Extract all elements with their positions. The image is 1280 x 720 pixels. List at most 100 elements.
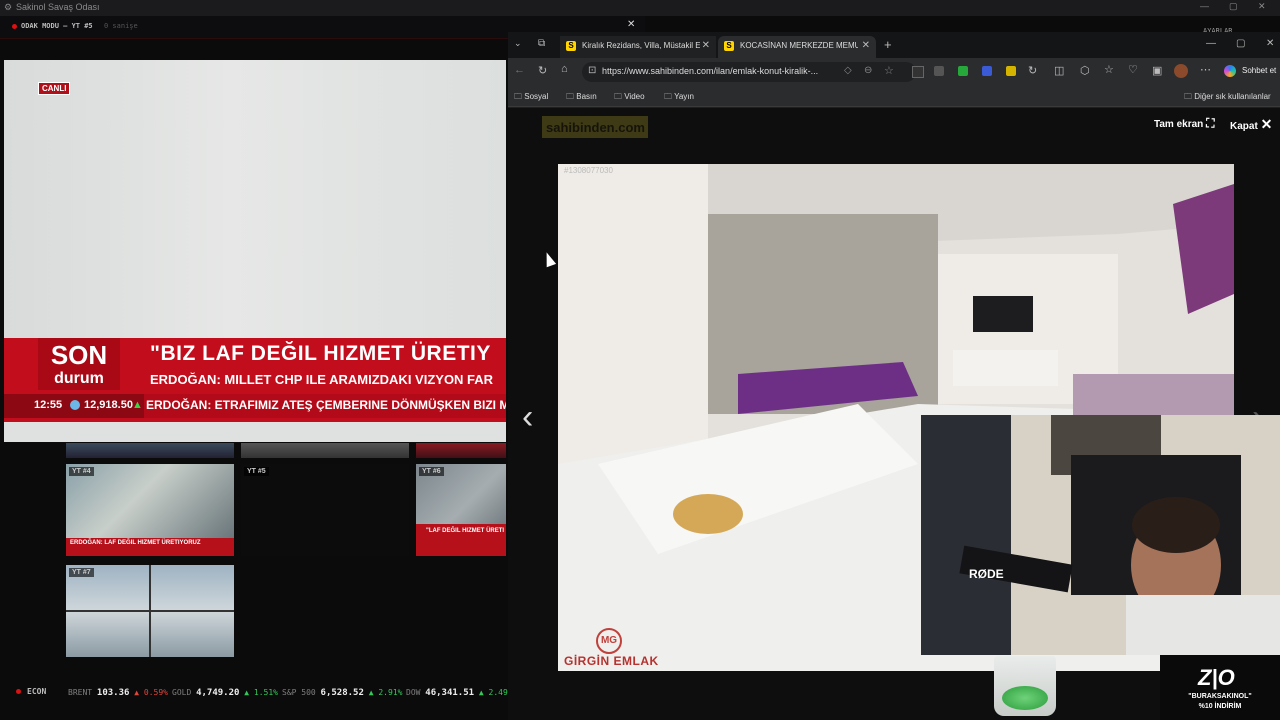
site-header-logo: sahibinden.com [542, 116, 648, 138]
tab-close-icon[interactable]: ✕ [862, 40, 870, 51]
econ-item-value: 46,341.51 [425, 688, 475, 698]
collections-icon[interactable]: ▣ [1152, 64, 1162, 77]
bookmark-folder-video[interactable]: 🗀 Video [614, 91, 645, 105]
video-frame [4, 60, 506, 338]
prev-photo-icon[interactable]: ‹ [522, 398, 533, 437]
tab-listing-detail[interactable]: S KOCASİNAN MERKEZDE MEMURA ✕ [718, 36, 876, 58]
tab-close-icon[interactable]: ✕ [702, 40, 710, 51]
econ-item-label: BRENT [68, 688, 93, 697]
fullscreen-icon: ⛶ [1206, 116, 1215, 130]
thumbnail-yt7[interactable]: YT #7 [66, 565, 234, 657]
news-clock: 12:55 [34, 399, 63, 411]
bookmark-folder-sosyal[interactable]: 🗀 Sosyal [514, 91, 548, 105]
thumbnail-caption: ERDOĞAN: LAF DEĞIL HIZMET ÜRETIYORUZ [70, 540, 201, 546]
extension-3-icon[interactable] [958, 66, 968, 76]
econ-sp500: S&P 500 6,528.52 ▲ 2.91% [282, 688, 402, 698]
site-info-icon[interactable]: ⊡ [588, 65, 596, 76]
extension-2-icon[interactable] [934, 66, 944, 76]
extension-icon[interactable]: ◇ [844, 65, 852, 76]
browser-maximize-icon[interactable]: ▢ [1236, 38, 1245, 49]
thumbnail-yt6[interactable]: YT #6 "LAF DEĞIL HIZMET ÜRETI [416, 464, 506, 556]
extension-1-icon[interactable] [912, 66, 924, 78]
econ-item-value: 4,749.20 [196, 688, 240, 698]
son-text: SON [50, 340, 108, 370]
live-badge: CANLI [38, 82, 71, 95]
bookmark-label: Diğer sık kullanılanlar [1194, 92, 1271, 101]
econ-item-change: ▲ 1.51% [244, 688, 278, 697]
read-aloud-icon[interactable]: ⊖ [864, 65, 872, 76]
favorite-star-icon[interactable]: ☆ [884, 64, 894, 77]
focus-mode-label: ODAK MODU — YT #5 [21, 22, 93, 30]
tab-listing-search[interactable]: S Kiralık Rezidans, Villa, Müstakil Ev ✕ [560, 36, 716, 58]
fullscreen-label: Tam ekran [1154, 119, 1204, 130]
listing-number: #1308077030 [564, 166, 613, 175]
bookmark-label: Sosyal [524, 92, 549, 101]
bookmark-folder-yayin[interactable]: 🗀 Yayın [664, 91, 694, 105]
close-label: Kapat [1230, 121, 1258, 132]
sahibinden-favicon-icon: S [566, 41, 576, 51]
focus-close-icon[interactable]: ✕ [627, 19, 635, 30]
thumbnail-yt4[interactable]: YT #4 ERDOĞAN: LAF DEĞIL HIZMET ÜRETIYOR… [66, 464, 234, 556]
tab-label: Kiralık Rezidans, Villa, Müstakil Ev [582, 41, 700, 50]
econ-item-value: 6,528.52 [320, 688, 364, 698]
minimize-icon[interactable]: — [1200, 1, 1209, 11]
copilot-icon[interactable] [1224, 65, 1236, 77]
thumbnail-tag: YT #5 [244, 467, 269, 476]
live-news-player[interactable]: CANLI SON durum "BIZ LAF DEĞIL HIZMET ÜR… [4, 60, 506, 442]
thumbnail-partial-1[interactable] [66, 443, 234, 458]
econ-dow: DOW 46,341.51 ▲ 2.49% [406, 688, 513, 698]
folder-icon: 🗀 [566, 92, 574, 101]
market-value: 12,918.50 [84, 399, 133, 411]
close-icon[interactable]: ✕ [1258, 1, 1266, 12]
webcam-overlay: RØDE [921, 415, 1280, 655]
green-candies [1002, 686, 1048, 710]
candy-cup [994, 656, 1056, 716]
econ-item-label: DOW [406, 688, 421, 697]
new-tab-button[interactable]: + [884, 37, 892, 52]
thumbnail-partial-2[interactable] [241, 443, 409, 458]
other-bookmarks-folder[interactable]: 🗀 Diğer sık kullanılanlar [1184, 91, 1271, 105]
fullscreen-button[interactable]: Tam ekran ⛶ [1154, 116, 1214, 131]
folder-icon: 🗀 [1184, 92, 1192, 101]
more-icon[interactable]: ⋯ [1200, 63, 1211, 76]
sync-icon[interactable]: ↻ [1028, 64, 1037, 77]
tab-label: KOCASİNAN MERKEZDE MEMURA [740, 41, 858, 50]
headline-secondary: ERDOĞAN: MILLET CHP ILE ARAMIZDAKI VIZYO… [150, 372, 494, 387]
econ-brent: BRENT 103.36 ▲ 0.59% [68, 688, 168, 698]
webcam-scene [921, 415, 1280, 655]
extension-5-icon[interactable] [1006, 66, 1016, 76]
back-icon[interactable]: ← [514, 64, 525, 76]
durum-text: durum [54, 370, 104, 387]
thumbnail-yt5[interactable]: YT #5 [241, 464, 409, 556]
browser-minimize-icon[interactable]: — [1206, 38, 1216, 49]
watermark-text: GİRGİN EMLAK [564, 654, 659, 668]
home-icon[interactable]: ⌂ [561, 63, 568, 75]
app-title: Sakinol Savaş Odası [16, 2, 100, 12]
mic-brand-label: RØDE [969, 567, 1004, 581]
refresh-icon[interactable]: ↻ [538, 64, 547, 77]
extension-4-icon[interactable] [982, 66, 992, 76]
bookmark-folder-basin[interactable]: 🗀 Basın [566, 91, 597, 105]
son-durum-logo: SON durum [38, 338, 120, 390]
tab-menu-chevron-icon[interactable]: ⌄ [514, 38, 522, 49]
favorites-icon[interactable]: ☆ [1104, 63, 1114, 76]
browser-close-icon[interactable]: ✕ [1266, 38, 1274, 49]
extensions-icon[interactable]: ⬡ [1080, 64, 1090, 77]
workspaces-icon[interactable]: ⧉ [538, 38, 545, 49]
app-icon: ⚙ [4, 2, 13, 12]
close-gallery-button[interactable]: Kapat ✕ [1230, 116, 1272, 133]
thumbnail-tag: YT #7 [69, 568, 94, 577]
browser-essentials-icon[interactable]: ♡ [1128, 63, 1138, 76]
thumbnail-tag: YT #4 [69, 467, 94, 476]
maximize-icon[interactable]: ▢ [1229, 1, 1238, 12]
clock-market-bar: 12:55 12,918.50 ▲ [4, 394, 144, 418]
watermark-logo: MG [596, 628, 622, 654]
bookmark-label: Video [624, 92, 645, 101]
sponsor-logo: Z|O [1198, 665, 1235, 690]
copilot-chat-button[interactable]: Sohbet et [1242, 66, 1276, 75]
address-bar[interactable]: ⊡ https://www.sahibinden.com/ilan/emlak-… [582, 62, 916, 82]
split-screen-icon[interactable]: ◫ [1054, 64, 1064, 77]
profile-avatar[interactable] [1174, 64, 1188, 78]
thumbnail-partial-3[interactable] [416, 443, 506, 458]
bookmarks-bar: 🗀 Sosyal 🗀 Basın 🗀 Video 🗀 Yayın 🗀 Diğer… [508, 86, 1280, 107]
